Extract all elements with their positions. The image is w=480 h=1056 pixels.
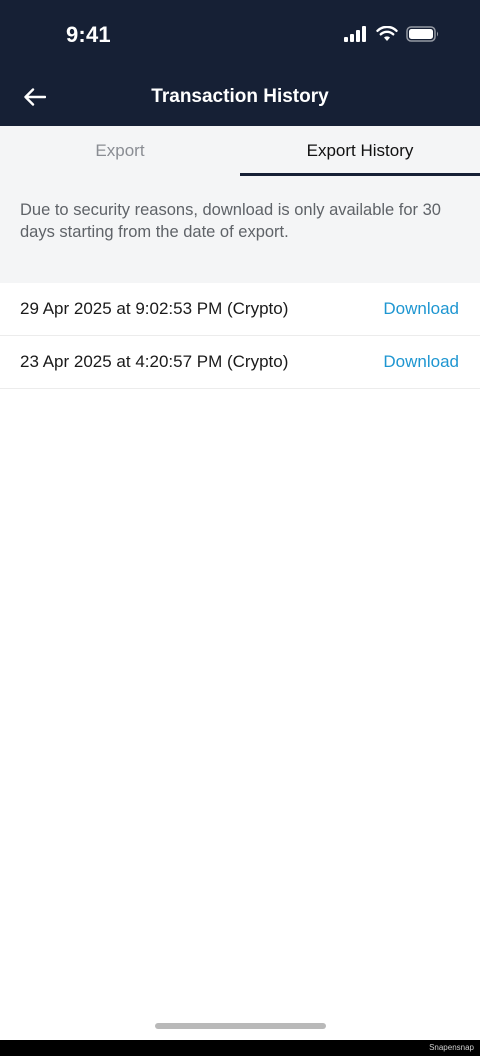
- watermark: Snapensnap: [429, 1043, 474, 1052]
- tab-export-history[interactable]: Export History: [240, 126, 480, 176]
- export-timestamp: 29 Apr 2025 at 9:02:53 PM (Crypto): [20, 299, 289, 318]
- home-indicator[interactable]: [155, 1023, 326, 1029]
- security-notice: Due to security reasons, download is onl…: [0, 176, 480, 283]
- download-link[interactable]: Download: [383, 299, 459, 319]
- tab-bar: Export Export History: [0, 126, 480, 176]
- bottom-bar: Snapensnap: [0, 1040, 480, 1056]
- cellular-signal-icon: [344, 26, 368, 47]
- list-item: 23 Apr 2025 at 4:20:57 PM (Crypto) Downl…: [0, 336, 480, 389]
- battery-icon: [406, 26, 440, 47]
- app-header: 9:41 Transaction History: [0, 0, 480, 126]
- wifi-icon: [376, 25, 398, 47]
- status-time: 9:41: [66, 22, 111, 47]
- export-timestamp: 23 Apr 2025 at 4:20:57 PM (Crypto): [20, 352, 289, 371]
- list-item: 29 Apr 2025 at 9:02:53 PM (Crypto) Downl…: [0, 283, 480, 336]
- tab-export[interactable]: Export: [0, 126, 240, 176]
- page-title: Transaction History: [151, 86, 329, 107]
- status-icons: [344, 25, 440, 47]
- download-link[interactable]: Download: [383, 352, 459, 372]
- export-history-list: 29 Apr 2025 at 9:02:53 PM (Crypto) Downl…: [0, 283, 480, 389]
